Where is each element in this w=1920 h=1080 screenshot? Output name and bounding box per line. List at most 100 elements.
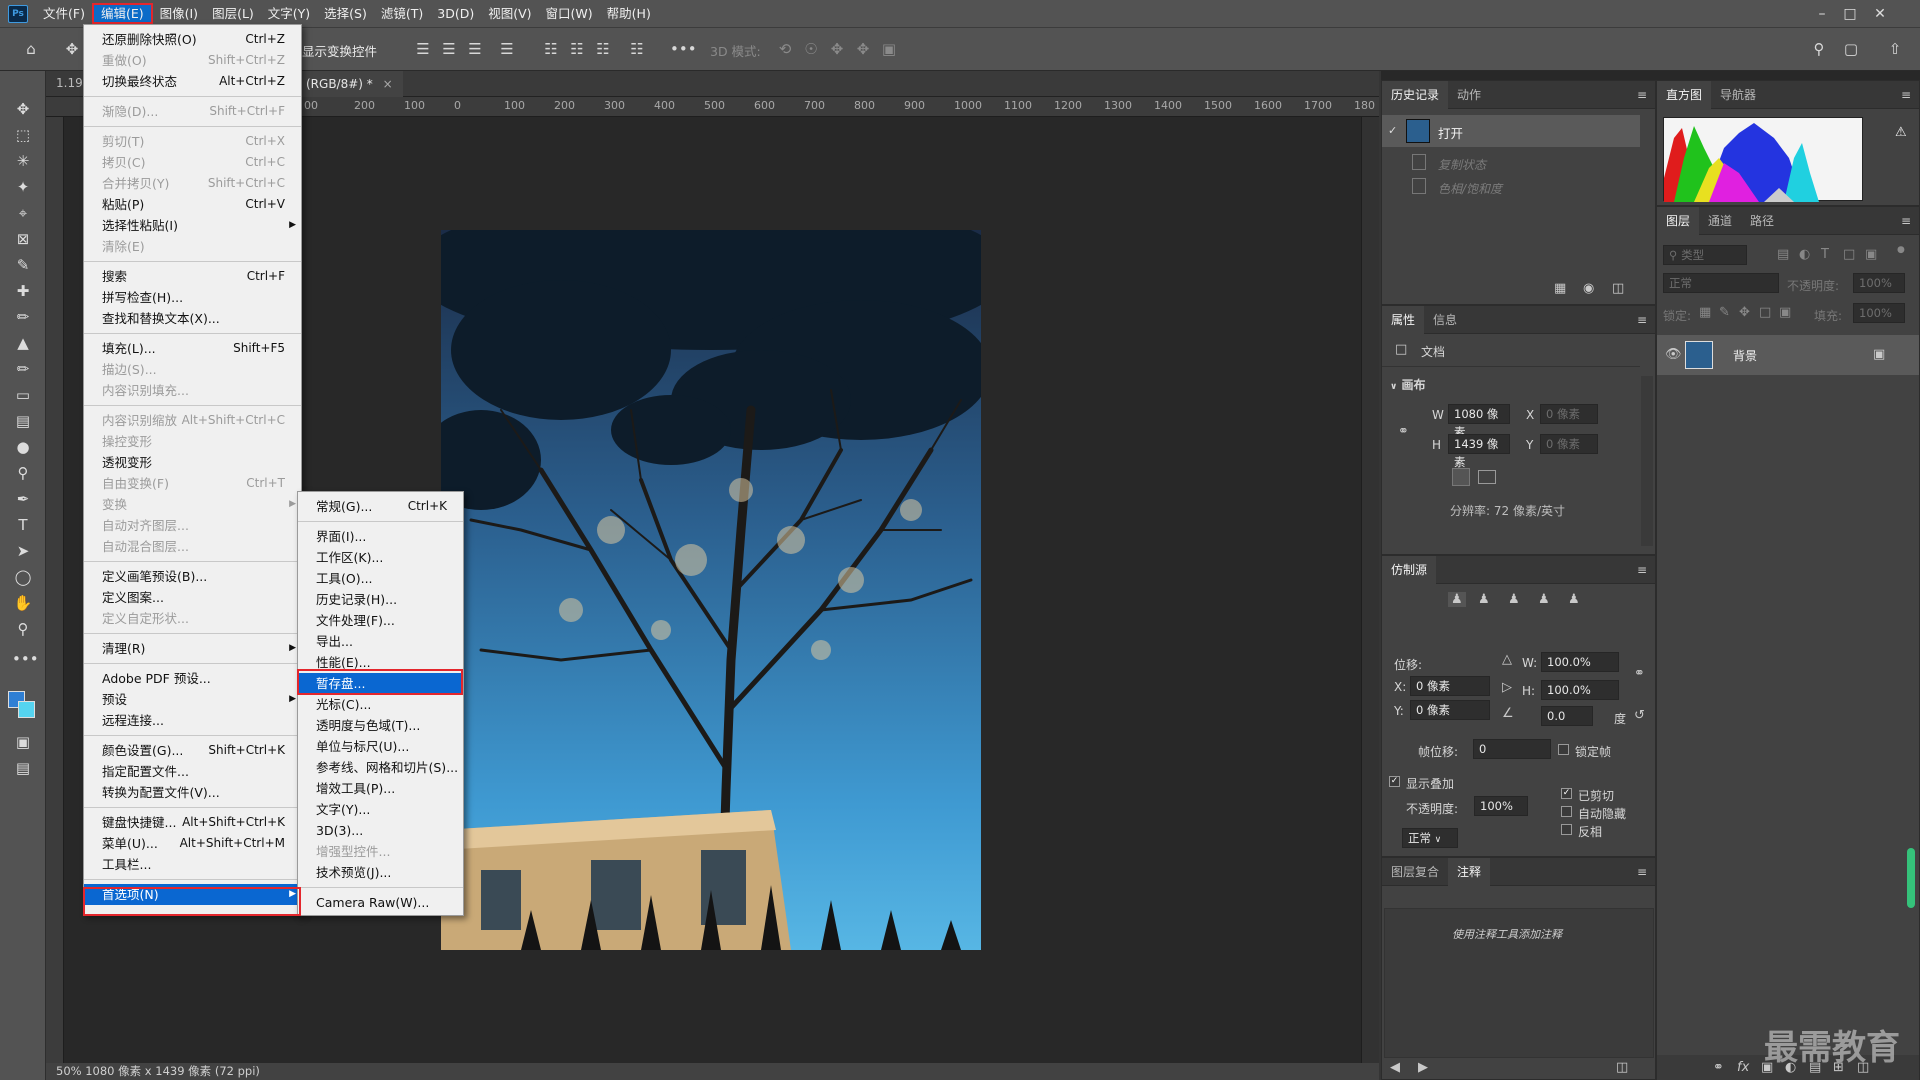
history-item-hue[interactable]: 色相/饱和度 xyxy=(1382,175,1640,199)
history-brush-tool-icon[interactable]: ✏ xyxy=(12,358,34,380)
canvas-x-field[interactable]: 0 像素 xyxy=(1540,404,1598,424)
blur-tool-icon[interactable]: ● xyxy=(12,436,34,458)
gradient-tool-icon[interactable]: ▤ xyxy=(12,410,34,432)
workspace-icon[interactable]: ▢ xyxy=(1842,40,1860,58)
menu-item[interactable]: 查找和替换文本(X)... xyxy=(84,308,301,329)
dodge-tool-icon[interactable]: ⚲ xyxy=(12,462,34,484)
panel-menu-icon[interactable]: ≡ xyxy=(1901,214,1911,228)
link-layers-icon[interactable]: ⚭ xyxy=(1713,1060,1724,1075)
menu-item[interactable]: 首选项(N) ▶ xyxy=(84,884,301,905)
menu-edit[interactable]: 编辑(E) xyxy=(91,3,153,24)
menu-item[interactable]: 拼写检查(H)... xyxy=(84,287,301,308)
menu-item[interactable]: 预设 ▶ xyxy=(84,689,301,710)
magic-wand-tool-icon[interactable]: ✦ xyxy=(12,176,34,198)
share-icon[interactable]: ⇧ xyxy=(1886,40,1904,58)
trash-icon[interactable]: ◫ xyxy=(1616,1060,1628,1075)
menu-item[interactable]: 清理(R) ▶ xyxy=(84,638,301,659)
tab-actions[interactable]: 动作 xyxy=(1448,81,1490,109)
menu-item[interactable]: 指定配置文件... xyxy=(84,761,301,782)
quick-mask-icon[interactable]: ▣ xyxy=(12,731,34,753)
properties-scrollbar[interactable] xyxy=(1641,376,1653,546)
filter-smart-icon[interactable]: ▣ xyxy=(1865,247,1877,262)
tab-navigator[interactable]: 导航器 xyxy=(1711,81,1765,109)
menu-item[interactable]: 文件处理(F)... xyxy=(298,610,463,631)
eye-icon[interactable]: 👁 xyxy=(1665,347,1682,362)
clone-source-1-icon[interactable]: ♟ xyxy=(1448,592,1466,607)
zoom-tool-icon[interactable]: ⚲ xyxy=(12,618,34,640)
fx-icon[interactable]: fx xyxy=(1737,1060,1749,1075)
menu-item[interactable]: 文字(Y)... xyxy=(298,799,463,820)
menu-item[interactable]: 清除(E) xyxy=(84,236,301,257)
menu-image[interactable]: 图像(I) xyxy=(153,3,205,24)
tab-layers[interactable]: 图层 xyxy=(1657,207,1700,235)
snapshot-icon[interactable]: ◉ xyxy=(1583,281,1594,296)
menu-item[interactable]: 常规(G)... Ctrl+K xyxy=(298,496,463,517)
path-select-tool-icon[interactable]: ➤ xyxy=(12,540,34,562)
document-image[interactable] xyxy=(441,230,981,950)
lock-position-icon[interactable]: ✥ xyxy=(1739,305,1750,320)
menu-item[interactable]: 增效工具(P)... xyxy=(298,778,463,799)
align-center-icon[interactable]: ☰ xyxy=(440,40,458,58)
menu-item[interactable]: 剪切(T) Ctrl+X xyxy=(84,131,301,152)
roll-icon[interactable]: ☉ xyxy=(802,40,820,58)
orbit-icon[interactable]: ⟲ xyxy=(776,40,794,58)
tab-info[interactable]: 信息 xyxy=(1424,306,1466,334)
lock-pixels-icon[interactable]: ✎ xyxy=(1719,305,1730,320)
menu-item[interactable]: 切换最终状态 Alt+Ctrl+Z xyxy=(84,71,301,92)
menu-item[interactable]: 转换为配置文件(V)... xyxy=(84,782,301,803)
menu-item[interactable]: 拷贝(C) Ctrl+C xyxy=(84,152,301,173)
panel-menu-icon[interactable]: ≡ xyxy=(1637,313,1647,327)
layer-row-background[interactable]: 👁 背景 ▣ xyxy=(1657,335,1919,375)
slide-icon[interactable]: ✥ xyxy=(854,40,872,58)
hand-tool-icon[interactable]: ✋ xyxy=(12,592,34,614)
clone-source-3-icon[interactable]: ♟ xyxy=(1508,592,1520,607)
tab-paths[interactable]: 路径 xyxy=(1741,207,1783,235)
menu-item[interactable]: 工作区(K)... xyxy=(298,547,463,568)
crop-tool-icon[interactable]: ⌖ xyxy=(12,202,34,224)
menu-item[interactable]: 描边(S)... xyxy=(84,359,301,380)
menu-item[interactable]: 定义图案... xyxy=(84,587,301,608)
menu-item[interactable]: 内容识别缩放 Alt+Shift+Ctrl+C xyxy=(84,410,301,431)
document-tab[interactable]: (RGB/8#) * × xyxy=(296,71,403,97)
canvas-height-field[interactable]: 1439 像素 xyxy=(1448,434,1510,469)
clone-w-field[interactable]: 100.0% xyxy=(1541,652,1619,672)
brush-tool-icon[interactable]: ✏ xyxy=(12,306,34,328)
portrait-orientation-icon[interactable] xyxy=(1452,468,1470,486)
layer-opacity-field[interactable]: 100% xyxy=(1853,273,1905,293)
trash-icon[interactable]: ◫ xyxy=(1612,281,1624,296)
tab-channels[interactable]: 通道 xyxy=(1699,207,1741,235)
eyedropper-tool-icon[interactable]: ✎ xyxy=(12,254,34,276)
panel-menu-icon[interactable]: ≡ xyxy=(1637,865,1647,879)
menu-item[interactable]: 自动对齐图层... xyxy=(84,515,301,536)
lasso-tool-icon[interactable]: ✳ xyxy=(12,150,34,172)
lock-frame-checkbox[interactable] xyxy=(1558,744,1569,755)
filter-toggle-icon[interactable]: ● xyxy=(1897,245,1905,255)
menu-item[interactable]: 重做(O) Shift+Ctrl+Z xyxy=(84,50,301,71)
menu-item[interactable]: 历史记录(H)... xyxy=(298,589,463,610)
clipped-checkbox[interactable]: ✓ xyxy=(1561,788,1572,799)
menu-item[interactable]: 暂存盘... xyxy=(298,673,463,694)
auto-hide-checkbox[interactable] xyxy=(1561,806,1572,817)
menu-item[interactable]: 还原删除快照(O) Ctrl+Z xyxy=(84,29,301,50)
canvas-vertical-scrollbar[interactable] xyxy=(1361,117,1379,1063)
menu-item[interactable]: Adobe PDF 预设... xyxy=(84,668,301,689)
menu-item[interactable]: 透明度与色域(T)... xyxy=(298,715,463,736)
menu-item[interactable]: 搜索 Ctrl+F xyxy=(84,266,301,287)
flip-h-icon[interactable]: △ xyxy=(1502,652,1512,667)
menu-item[interactable]: 定义画笔预设(B)... xyxy=(84,566,301,587)
marquee-tool-icon[interactable]: ⬚ xyxy=(12,124,34,146)
type-tool-icon[interactable]: T xyxy=(12,514,34,536)
menu-file[interactable]: 文件(F) xyxy=(36,3,92,24)
warning-icon[interactable]: ⚠ xyxy=(1895,125,1907,140)
history-item-duplicate[interactable]: 复制状态 xyxy=(1382,151,1640,175)
align-right-icon[interactable]: ☰ xyxy=(466,40,484,58)
menu-item[interactable]: 粘贴(P) Ctrl+V xyxy=(84,194,301,215)
reset-transform-icon[interactable]: ↺ xyxy=(1634,708,1645,723)
tab-histogram[interactable]: 直方图 xyxy=(1657,81,1712,109)
link-icon[interactable]: ⚭ xyxy=(1398,424,1409,439)
menu-item[interactable]: 技术预览(J)... xyxy=(298,862,463,883)
menu-3d[interactable]: 3D(D) xyxy=(430,3,481,24)
maximize-icon[interactable]: □ xyxy=(1836,0,1864,27)
filter-adjust-icon[interactable]: ◐ xyxy=(1799,247,1810,262)
menu-item[interactable]: 合并拷贝(Y) Shift+Ctrl+C xyxy=(84,173,301,194)
